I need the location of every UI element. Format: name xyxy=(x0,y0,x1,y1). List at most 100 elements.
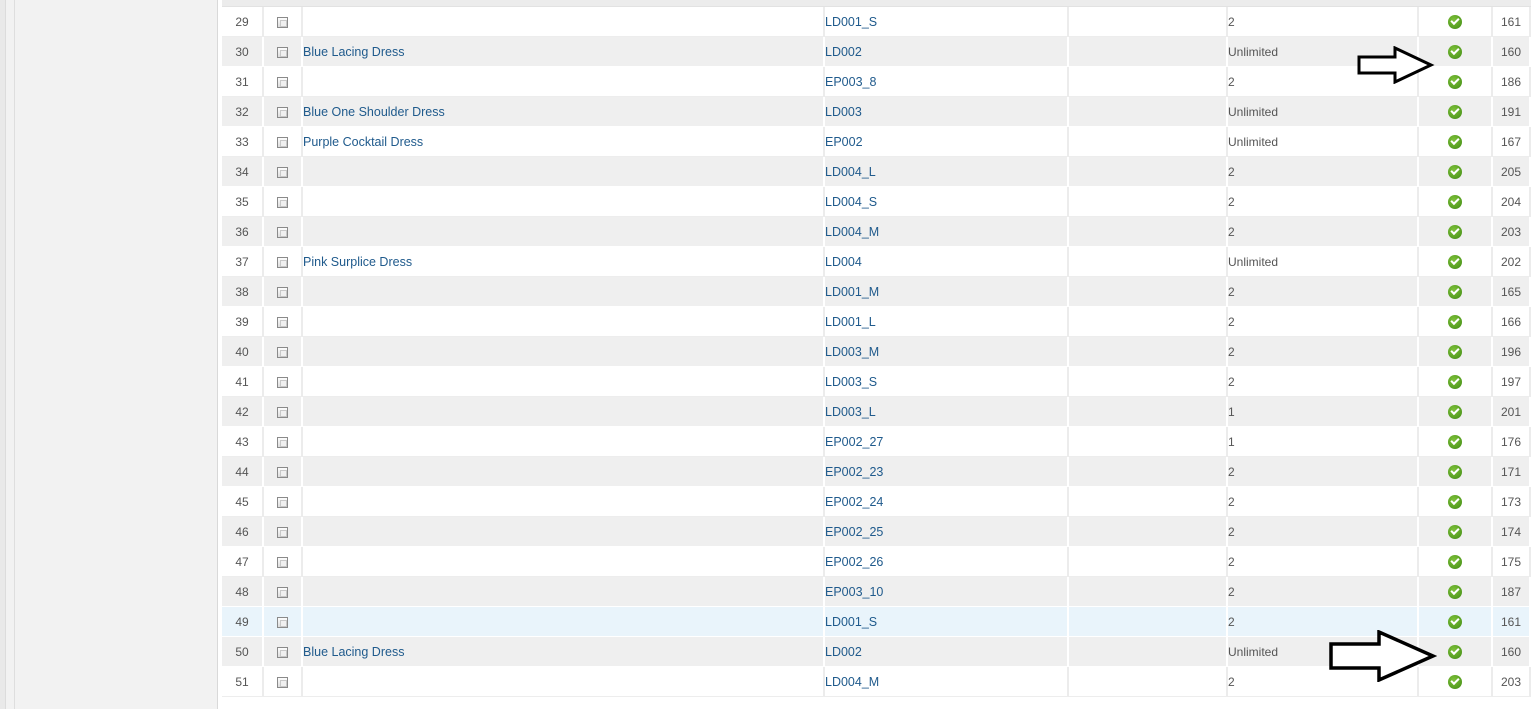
check-circle-icon[interactable] xyxy=(1448,44,1462,59)
table-row[interactable]: 49 LD001_S 2 161 xyxy=(222,607,1531,637)
check-circle-icon[interactable] xyxy=(1448,224,1462,239)
table-row[interactable]: 44 EP002_23 2 171 xyxy=(222,457,1531,487)
product-sku-link[interactable]: EP002_26 xyxy=(825,555,883,569)
product-name-link[interactable]: Blue Lacing Dress xyxy=(303,645,404,659)
table-row[interactable]: 29 LD001_S 2 161 xyxy=(222,7,1531,37)
check-circle-icon[interactable] xyxy=(1448,644,1462,659)
table-row[interactable]: 32 Blue One Shoulder Dress LD003 Unlimited 1… xyxy=(222,97,1531,127)
row-checkbox[interactable] xyxy=(277,46,288,58)
table-row[interactable]: 48 EP003_10 2 187 xyxy=(222,577,1531,607)
check-circle-icon[interactable] xyxy=(1448,374,1462,389)
product-sku-link[interactable]: LD004_M xyxy=(825,225,879,239)
row-checkbox[interactable] xyxy=(277,646,288,658)
table-row[interactable]: 33 Purple Cocktail Dress EP002 Unlimited 167 xyxy=(222,127,1531,157)
product-sku-link[interactable]: LD004_L xyxy=(825,165,876,179)
product-name-cell xyxy=(303,307,825,337)
check-circle-icon[interactable] xyxy=(1448,164,1462,179)
check-circle-icon[interactable] xyxy=(1448,254,1462,269)
row-checkbox[interactable] xyxy=(277,256,288,268)
table-row[interactable]: 40 LD003_M 2 196 xyxy=(222,337,1531,367)
row-checkbox[interactable] xyxy=(277,16,288,28)
table-row[interactable]: 37 Pink Surplice Dress LD004 Unlimited 202 xyxy=(222,247,1531,277)
product-sku-link[interactable]: LD003_M xyxy=(825,345,879,359)
row-checkbox[interactable] xyxy=(277,586,288,598)
table-row[interactable]: 50 Blue Lacing Dress LD002 Unlimited 160 xyxy=(222,637,1531,667)
product-sku-link[interactable]: LD004_S xyxy=(825,195,877,209)
product-sku-link[interactable]: EP002_23 xyxy=(825,465,883,479)
check-circle-icon[interactable] xyxy=(1448,194,1462,209)
check-circle-icon[interactable] xyxy=(1448,434,1462,449)
table-row[interactable]: 30 Blue Lacing Dress LD002 Unlimited 160 xyxy=(222,37,1531,67)
product-sku-link[interactable]: LD004_M xyxy=(825,675,879,689)
check-circle-icon[interactable] xyxy=(1448,464,1462,479)
table-row[interactable]: 31 EP003_8 2 186 xyxy=(222,67,1531,97)
check-circle-icon[interactable] xyxy=(1448,494,1462,509)
check-circle-icon[interactable] xyxy=(1448,554,1462,569)
product-sku-link[interactable]: LD003_L xyxy=(825,405,876,419)
product-sku-link[interactable]: EP003_10 xyxy=(825,585,883,599)
table-row[interactable]: 46 EP002_25 2 174 xyxy=(222,517,1531,547)
table-row[interactable]: 38 LD001_M 2 165 xyxy=(222,277,1531,307)
table-row[interactable]: 51 LD004_M 2 203 xyxy=(222,667,1531,697)
product-sku-link[interactable]: LD003_S xyxy=(825,375,877,389)
row-checkbox[interactable] xyxy=(277,496,288,508)
row-checkbox[interactable] xyxy=(277,346,288,358)
row-checkbox[interactable] xyxy=(277,436,288,448)
product-sku-link[interactable]: LD004 xyxy=(825,255,862,269)
product-sku-link[interactable]: EP002 xyxy=(825,135,863,149)
check-circle-icon[interactable] xyxy=(1448,134,1462,149)
product-sku-link[interactable]: EP002_25 xyxy=(825,525,883,539)
product-sku-link[interactable]: EP003_8 xyxy=(825,75,876,89)
table-row[interactable]: 36 LD004_M 2 203 xyxy=(222,217,1531,247)
product-sku-link[interactable]: EP002_27 xyxy=(825,435,883,449)
product-sku-link[interactable]: LD001_S xyxy=(825,15,877,29)
row-checkbox[interactable] xyxy=(277,316,288,328)
check-circle-icon[interactable] xyxy=(1448,14,1462,29)
product-sku-link[interactable]: LD001_S xyxy=(825,615,877,629)
check-circle-icon[interactable] xyxy=(1448,104,1462,119)
check-circle-icon[interactable] xyxy=(1448,74,1462,89)
product-sku-link[interactable]: EP002_24 xyxy=(825,495,883,509)
table-row[interactable]: 41 LD003_S 2 197 xyxy=(222,367,1531,397)
product-sku-link[interactable]: LD001_M xyxy=(825,285,879,299)
product-name-link[interactable]: Purple Cocktail Dress xyxy=(303,135,423,149)
row-checkbox[interactable] xyxy=(277,76,288,88)
product-sku-link[interactable]: LD002 xyxy=(825,645,862,659)
table-row[interactable]: 34 LD004_L 2 205 xyxy=(222,157,1531,187)
check-circle-icon[interactable] xyxy=(1448,314,1462,329)
product-sku-link[interactable]: LD001_L xyxy=(825,315,876,329)
check-circle-icon[interactable] xyxy=(1448,674,1462,689)
row-checkbox[interactable] xyxy=(277,466,288,478)
row-checkbox[interactable] xyxy=(277,196,288,208)
row-checkbox[interactable] xyxy=(277,136,288,148)
row-checkbox[interactable] xyxy=(277,676,288,688)
check-circle-icon[interactable] xyxy=(1448,524,1462,539)
product-name-link[interactable]: Blue Lacing Dress xyxy=(303,45,404,59)
check-circle-icon[interactable] xyxy=(1448,404,1462,419)
check-circle-icon[interactable] xyxy=(1448,344,1462,359)
table-row[interactable]: 47 EP002_26 2 175 xyxy=(222,547,1531,577)
table-row[interactable]: 42 LD003_L 1 201 xyxy=(222,397,1531,427)
row-checkbox[interactable] xyxy=(277,556,288,568)
product-sku-link[interactable]: LD002 xyxy=(825,45,862,59)
table-row[interactable]: 35 LD004_S 2 204 xyxy=(222,187,1531,217)
row-checkbox[interactable] xyxy=(277,226,288,238)
table-row[interactable]: 39 LD001_L 2 166 xyxy=(222,307,1531,337)
product-name-link[interactable]: Pink Surplice Dress xyxy=(303,255,412,269)
product-grid: 29 LD001_S 2 161 30 Blue Lacing Dress LD002 Unl… xyxy=(222,0,1531,709)
product-name-link[interactable]: Blue One Shoulder Dress xyxy=(303,105,445,119)
check-circle-icon[interactable] xyxy=(1448,614,1462,629)
row-number: 32 xyxy=(222,97,264,127)
product-sku-link[interactable]: LD003 xyxy=(825,105,862,119)
table-row[interactable]: 43 EP002_27 1 176 xyxy=(222,427,1531,457)
row-checkbox[interactable] xyxy=(277,166,288,178)
row-checkbox[interactable] xyxy=(277,616,288,628)
row-checkbox[interactable] xyxy=(277,406,288,418)
row-checkbox[interactable] xyxy=(277,286,288,298)
check-circle-icon[interactable] xyxy=(1448,284,1462,299)
check-circle-icon[interactable] xyxy=(1448,584,1462,599)
row-checkbox[interactable] xyxy=(277,106,288,118)
table-row[interactable]: 45 EP002_24 2 173 xyxy=(222,487,1531,517)
row-checkbox[interactable] xyxy=(277,376,288,388)
row-checkbox[interactable] xyxy=(277,526,288,538)
